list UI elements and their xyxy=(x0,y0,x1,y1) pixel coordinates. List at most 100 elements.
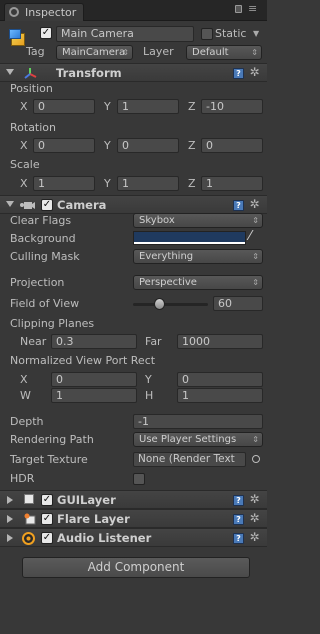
fov-field[interactable]: 60 xyxy=(213,296,263,311)
tag-dropdown[interactable]: MainCamera ⇕ xyxy=(56,45,133,60)
fov-label: Field of View xyxy=(10,297,80,310)
target-texture-field[interactable]: None (Render Text xyxy=(133,452,246,467)
game-object-icon xyxy=(8,27,28,47)
tab-menu-icon[interactable]: ≡ xyxy=(248,3,257,15)
hdr-checkbox[interactable] xyxy=(133,473,145,485)
gear-icon[interactable]: ✲ xyxy=(249,493,260,505)
hdr-label: HDR xyxy=(10,472,35,485)
far-field[interactable]: 1000 xyxy=(177,334,263,349)
foldout-arrow-icon[interactable] xyxy=(6,69,14,75)
rotation-x-label: X xyxy=(20,139,28,152)
chevron-down-icon: ⇕ xyxy=(252,252,259,261)
rotation-y-label: Y xyxy=(104,139,111,152)
clipping-planes-label: Clipping Planes xyxy=(10,317,95,330)
camera-icon xyxy=(20,200,35,212)
fov-slider-thumb[interactable] xyxy=(154,298,166,310)
foldout-arrow-icon[interactable] xyxy=(7,515,13,523)
flare-layer-header[interactable]: ✓ Flare Layer ? ✲ xyxy=(0,509,267,528)
help-book-icon[interactable]: ? xyxy=(233,68,244,79)
clear-flags-dropdown[interactable]: Skybox ⇕ xyxy=(133,213,263,228)
scale-z-label: Z xyxy=(188,177,196,190)
foldout-arrow-icon[interactable] xyxy=(7,534,13,542)
viewport-y-field[interactable]: 0 xyxy=(177,372,263,387)
inspector-tab-icon xyxy=(9,7,19,17)
rotation-z-field[interactable]: 0 xyxy=(201,138,263,153)
scale-y-field[interactable]: 1 xyxy=(117,176,179,191)
depth-field[interactable]: -1 xyxy=(133,414,263,429)
position-x-field[interactable]: 0 xyxy=(33,99,95,114)
flare-layer-icon xyxy=(24,513,36,525)
guilayer-title: GUILayer xyxy=(57,493,116,507)
culling-mask-label: Culling Mask xyxy=(10,250,80,263)
position-y-label: Y xyxy=(104,100,111,113)
viewport-x-label: X xyxy=(20,373,28,386)
help-book-icon[interactable]: ? xyxy=(233,533,244,544)
clear-flags-label: Clear Flags xyxy=(10,214,72,227)
audio-listener-header[interactable]: ✓ Audio Listener ? ✲ xyxy=(0,528,267,547)
rendering-path-label: Rendering Path xyxy=(10,433,94,446)
object-name-field[interactable]: Main Camera xyxy=(56,26,194,42)
flare-layer-enabled-checkbox[interactable]: ✓ xyxy=(41,513,53,525)
guilayer-enabled-checkbox[interactable]: ✓ xyxy=(41,494,53,506)
rotation-y-field[interactable]: 0 xyxy=(117,138,179,153)
chevron-down-icon: ⇕ xyxy=(252,216,259,225)
camera-header[interactable]: ✓ Camera ? ✲ xyxy=(0,195,267,214)
active-checkbox[interactable]: ✓ xyxy=(40,27,52,39)
viewport-rect-label: Normalized View Port Rect xyxy=(10,354,156,367)
foldout-arrow-icon[interactable] xyxy=(7,496,13,504)
transform-header[interactable]: Transform ? ✲ xyxy=(0,63,267,82)
camera-enabled-checkbox[interactable]: ✓ xyxy=(41,199,53,211)
position-label: Position xyxy=(10,82,53,95)
gear-icon[interactable]: ✲ xyxy=(249,198,260,210)
chevron-down-icon: ⇕ xyxy=(252,435,259,444)
scale-label: Scale xyxy=(10,158,40,171)
background-color-swatch[interactable] xyxy=(133,231,246,245)
viewport-w-field[interactable]: 1 xyxy=(51,388,137,403)
viewport-h-field[interactable]: 1 xyxy=(177,388,263,403)
eyedropper-icon[interactable]: ⁄ xyxy=(249,230,251,244)
background-label: Background xyxy=(10,232,76,245)
scale-y-label: Y xyxy=(104,177,111,190)
scale-x-field[interactable]: 1 xyxy=(33,176,95,191)
fov-slider-track[interactable] xyxy=(133,303,208,306)
viewport-x-field[interactable]: 0 xyxy=(51,372,137,387)
static-label: Static xyxy=(215,27,247,40)
inspector-tab[interactable]: Inspector xyxy=(4,3,84,21)
viewport-h-label: H xyxy=(145,389,154,402)
near-field[interactable]: 0.3 xyxy=(51,334,137,349)
gear-icon[interactable]: ✲ xyxy=(249,531,260,543)
projection-label: Projection xyxy=(10,276,65,289)
static-checkbox[interactable] xyxy=(201,28,213,40)
culling-mask-dropdown[interactable]: Everything ⇕ xyxy=(133,249,263,264)
position-y-field[interactable]: 1 xyxy=(117,99,179,114)
tag-label: Tag xyxy=(26,45,45,58)
target-texture-label: Target Texture xyxy=(10,453,88,466)
add-component-label: Add Component xyxy=(87,560,185,574)
rotation-label: Rotation xyxy=(10,121,57,134)
scale-z-field[interactable]: 1 xyxy=(201,176,263,191)
layer-dropdown[interactable]: Default ⇕ xyxy=(186,45,262,60)
scale-x-label: X xyxy=(20,177,28,190)
projection-dropdown[interactable]: Perspective ⇕ xyxy=(133,275,263,290)
audio-listener-enabled-checkbox[interactable]: ✓ xyxy=(41,532,53,544)
foldout-arrow-icon[interactable] xyxy=(6,201,14,207)
far-label: Far xyxy=(145,335,162,348)
lock-icon[interactable] xyxy=(235,5,242,13)
guilayer-icon xyxy=(24,494,34,504)
help-book-icon[interactable]: ? xyxy=(233,495,244,506)
position-z-field[interactable]: -10 xyxy=(201,99,263,114)
static-dropdown-arrow[interactable]: ▼ xyxy=(253,29,259,38)
camera-title: Camera xyxy=(57,198,107,212)
help-book-icon[interactable]: ? xyxy=(233,200,244,211)
add-component-button[interactable]: Add Component xyxy=(22,557,250,578)
rotation-x-field[interactable]: 0 xyxy=(33,138,95,153)
rendering-path-dropdown[interactable]: Use Player Settings ⇕ xyxy=(133,432,263,447)
gear-icon[interactable]: ✲ xyxy=(249,512,260,524)
guilayer-header[interactable]: ✓ GUILayer ? ✲ xyxy=(0,490,267,509)
chevron-down-icon: ⇕ xyxy=(251,48,258,57)
gear-icon[interactable]: ✲ xyxy=(249,66,260,78)
viewport-w-label: W xyxy=(20,389,31,402)
help-book-icon[interactable]: ? xyxy=(233,514,244,525)
position-x-label: X xyxy=(20,100,28,113)
object-picker-icon[interactable] xyxy=(252,455,260,463)
